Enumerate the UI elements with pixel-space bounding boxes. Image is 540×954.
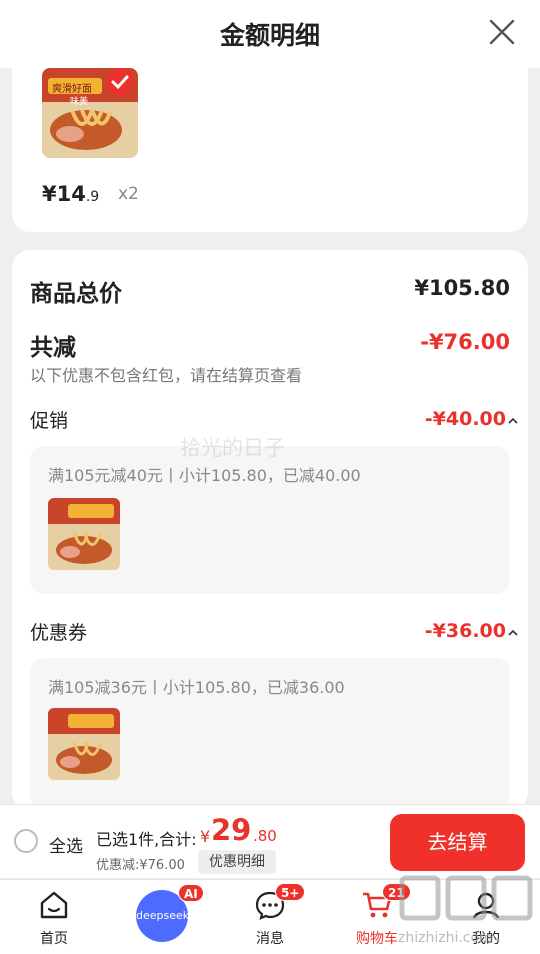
product-card: 爽滑好面 味美 ¥14.9 x2 (12, 58, 528, 232)
product-image[interactable]: 爽滑好面 味美 (42, 68, 138, 158)
select-all-radio[interactable] (14, 829, 38, 853)
message-badge: 5+ (275, 883, 306, 901)
total-currency: ¥ (200, 827, 211, 846)
product-quantity: x2 (118, 184, 139, 204)
promotion-description: 满105元减40元丨小计105.80，已减40.00 (48, 466, 361, 485)
home-icon (40, 891, 68, 919)
chevron-up-icon[interactable] (506, 626, 520, 640)
coupon-detail-box: 满105减36元丨小计105.80，已减36.00 (30, 658, 510, 810)
total-amount-decimal: .80 (253, 827, 277, 845)
promotion-detail-box: 满105元减40元丨小计105.80，已减40.00 (30, 446, 510, 594)
promotion-product-thumbnail[interactable] (48, 498, 120, 570)
discount-detail-button[interactable]: 优惠明细 (198, 850, 276, 874)
tab-home-label: 首页 (40, 931, 68, 947)
selected-count-text: 已选1件,合计: (96, 830, 197, 849)
total-price-label: 商品总价 (30, 281, 122, 307)
total-reduction-value: -¥76.00 (420, 330, 510, 354)
price-decimal: .9 (85, 189, 100, 205)
total-reduction-label: 共减 (30, 335, 76, 361)
reduction-note: 以下优惠不包含红包，请在结算页查看 (30, 366, 303, 385)
total-price-value: ¥105.80 (414, 276, 510, 300)
promotion-label: 促销 (30, 410, 69, 432)
chevron-up-icon[interactable] (506, 414, 520, 428)
discount-amount: 优惠减:¥76.00 (96, 858, 185, 873)
coupon-product-thumbnail[interactable] (48, 708, 120, 780)
user-watermark: 拾光的日子 (180, 436, 285, 460)
tab-messages[interactable]: 5+ 消息 (225, 880, 315, 954)
tab-messages-label: 消息 (256, 931, 284, 947)
product-price: ¥14.9 (42, 182, 99, 206)
select-all-label[interactable]: 全选 (49, 832, 83, 857)
page-title: 金额明细 (219, 21, 320, 50)
promotion-value[interactable]: -¥40.00 (425, 408, 506, 430)
coupon-description: 满105减36元丨小计105.80，已减36.00 (48, 678, 345, 697)
coupon-label: 优惠券 (30, 622, 88, 644)
tab-home[interactable]: 首页 (9, 880, 99, 954)
product-image-caption-2: 味美 (70, 97, 89, 107)
amount-breakdown-card: 商品总价 ¥105.80 共减 -¥76.00 以下优惠不包含红包，请在结算页查… (12, 250, 528, 810)
price-integer: ¥14 (42, 182, 86, 206)
close-icon[interactable] (488, 18, 516, 46)
total-amount-integer: 29 (211, 813, 252, 847)
ai-badge: AI (178, 884, 204, 902)
product-image-caption: 爽滑好面 (52, 84, 92, 95)
coupon-value[interactable]: -¥36.00 (425, 620, 506, 642)
brand-watermark-text: zhizhizhi.com (398, 930, 493, 946)
